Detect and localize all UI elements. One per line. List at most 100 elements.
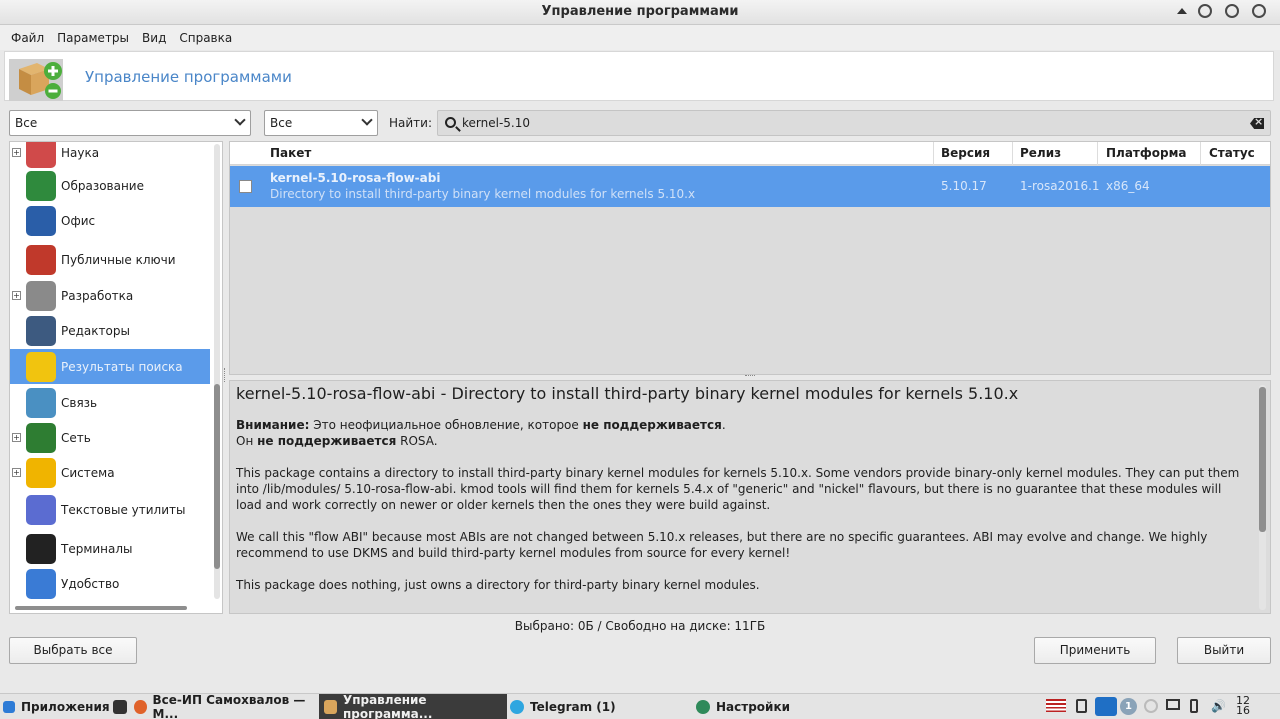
sidebar-scrollbar-thumb[interactable] [214, 384, 220, 569]
applications-menu-button[interactable]: Приложения [3, 694, 110, 719]
teamviewer-icon[interactable] [1095, 697, 1117, 716]
close-button[interactable] [1252, 4, 1266, 18]
sidebar-item[interactable]: Удобство [10, 566, 210, 601]
menu-file[interactable]: Файл [11, 31, 44, 45]
task-label: Все-ИП Самохвалов — М... [152, 692, 306, 719]
description-paragraph: This package does nothing, just owns a d… [236, 578, 760, 592]
sidebar-item[interactable]: Результаты поиска [10, 349, 210, 384]
sidebar-item[interactable]: Текстовые утилиты [10, 492, 210, 527]
office-icon [26, 205, 56, 236]
task-settings[interactable]: Настройки [696, 694, 790, 719]
minimize-button[interactable] [1198, 4, 1212, 18]
column-version[interactable]: Версия [941, 146, 990, 160]
search-value: kernel-5.10 [462, 116, 530, 130]
sidebar-item[interactable]: Публичные ключи [10, 242, 210, 277]
task-package-manager[interactable]: Управление программа... [319, 693, 507, 719]
apply-button[interactable]: Применить [1034, 637, 1156, 664]
table-row[interactable]: kernel-5.10-rosa-flow-abi Directory to i… [230, 166, 1270, 207]
sidebar-item-label: Результаты поиска [61, 359, 183, 374]
public-keys-icon [26, 244, 56, 275]
sidebar-item[interactable]: + Разработка [10, 278, 210, 313]
package-description: kernel-5.10-rosa-flow-abi - Directory to… [229, 380, 1271, 614]
sidebar-item[interactable]: Офис [10, 203, 210, 238]
table-header: Пакет Версия Релиз Платформа Статус [230, 142, 1270, 165]
warning-line2-bold: не поддерживается [257, 434, 397, 448]
volume-icon[interactable]: 🔊 [1211, 699, 1226, 713]
task-telegram[interactable]: Telegram (1) [510, 694, 616, 719]
column-package[interactable]: Пакет [270, 146, 311, 160]
package-name: kernel-5.10-rosa-flow-abi [270, 171, 441, 185]
package-release: 1-rosa2016.1 [1020, 179, 1100, 193]
horizontal-splitter[interactable] [745, 375, 755, 378]
menu-help[interactable]: Справка [179, 31, 232, 45]
clock[interactable]: 12 16 [1236, 695, 1250, 716]
sidebar-item-label: Наука [61, 145, 100, 160]
sidebar-item[interactable]: Терминалы [10, 531, 210, 566]
clipboard-icon[interactable] [1076, 699, 1087, 713]
development-icon [26, 280, 56, 311]
battery-icon[interactable] [1190, 699, 1198, 713]
select-all-button[interactable]: Выбрать все [9, 637, 137, 664]
sidebar-item-label: Связь [61, 395, 98, 410]
sidebar-item-label: Разработка [61, 288, 134, 303]
sidebar-item[interactable]: Образование [10, 168, 210, 203]
search-input[interactable]: kernel-5.10 [437, 110, 1271, 136]
column-release[interactable]: Релиз [1020, 146, 1061, 160]
sidebar-item-label: Терминалы [61, 541, 133, 556]
status-filter-value: Все [270, 116, 293, 130]
chevron-down-icon [234, 114, 246, 126]
header-title: Управление программами [85, 68, 292, 86]
expand-icon[interactable]: + [12, 468, 21, 477]
category-tree[interactable]: + Наука Образование Офис Публичные ключи + Раз… [9, 141, 223, 614]
maximize-button[interactable] [1225, 4, 1239, 18]
status-filter-select[interactable]: Все [264, 110, 378, 136]
firefox-icon [134, 699, 147, 714]
menubar: Файл Параметры Вид Справка [0, 25, 1280, 50]
package-manager-icon [324, 699, 337, 714]
search-icon [445, 117, 456, 128]
sidebar-item-label: Редакторы [61, 323, 130, 338]
description-paragraph: We call this "flow ABI" because most ABI… [236, 530, 1208, 560]
status-text: Выбрано: 0Б / Свободно на диске: 11ГБ [514, 619, 766, 633]
taskbar: Приложения Все-ИП Самохвалов — М... Упра… [0, 693, 1280, 719]
science-icon [26, 142, 56, 168]
task-label: Настройки [716, 699, 791, 714]
sidebar-scrollbar[interactable] [214, 144, 220, 599]
display-icon[interactable] [1166, 699, 1180, 710]
package-checkbox[interactable] [239, 180, 252, 193]
editors-icon [26, 315, 56, 346]
task-browser[interactable]: Все-ИП Самохвалов — М... [134, 692, 316, 719]
column-status[interactable]: Статус [1209, 146, 1255, 160]
menu-settings[interactable]: Параметры [57, 31, 129, 45]
find-label: Найти: [389, 116, 433, 130]
folder-icon[interactable] [113, 700, 127, 714]
expand-icon[interactable]: + [12, 433, 21, 442]
task-label: Telegram (1) [530, 699, 616, 714]
description-scrollbar[interactable] [1259, 385, 1266, 610]
expand-icon[interactable]: + [12, 148, 21, 157]
sidebar-item[interactable]: Связь [10, 385, 210, 420]
quit-button[interactable]: Выйти [1177, 637, 1271, 664]
group-filter-select[interactable]: Все [9, 110, 251, 136]
sidebar-item-label: Образование [61, 178, 144, 193]
sidebar-hscrollbar[interactable] [15, 606, 187, 610]
package-summary: Directory to install third-party binary … [270, 187, 696, 201]
warning-bold: не поддерживается [582, 418, 722, 432]
warning-line2-end: ROSA. [396, 434, 438, 448]
keep-above-icon[interactable] [1177, 8, 1187, 14]
sidebar-item[interactable]: Редакторы [10, 313, 210, 348]
sidebar-item[interactable]: + Сеть [10, 420, 210, 455]
description-scrollbar-thumb[interactable] [1259, 387, 1266, 532]
sidebar-item[interactable]: + Наука [10, 142, 210, 170]
menu-view[interactable]: Вид [142, 31, 166, 45]
update-badge[interactable]: 1 [1120, 698, 1137, 715]
keyboard-layout-icon[interactable] [1046, 699, 1066, 712]
clear-search-icon[interactable] [1250, 118, 1264, 129]
column-platform[interactable]: Платформа [1106, 146, 1187, 160]
package-version: 5.10.17 [941, 179, 987, 193]
settings-icon [696, 699, 710, 714]
sidebar-item[interactable]: + Система [10, 455, 210, 490]
notifications-icon[interactable] [1144, 699, 1158, 713]
vertical-splitter[interactable] [224, 368, 226, 382]
expand-icon[interactable]: + [12, 291, 21, 300]
